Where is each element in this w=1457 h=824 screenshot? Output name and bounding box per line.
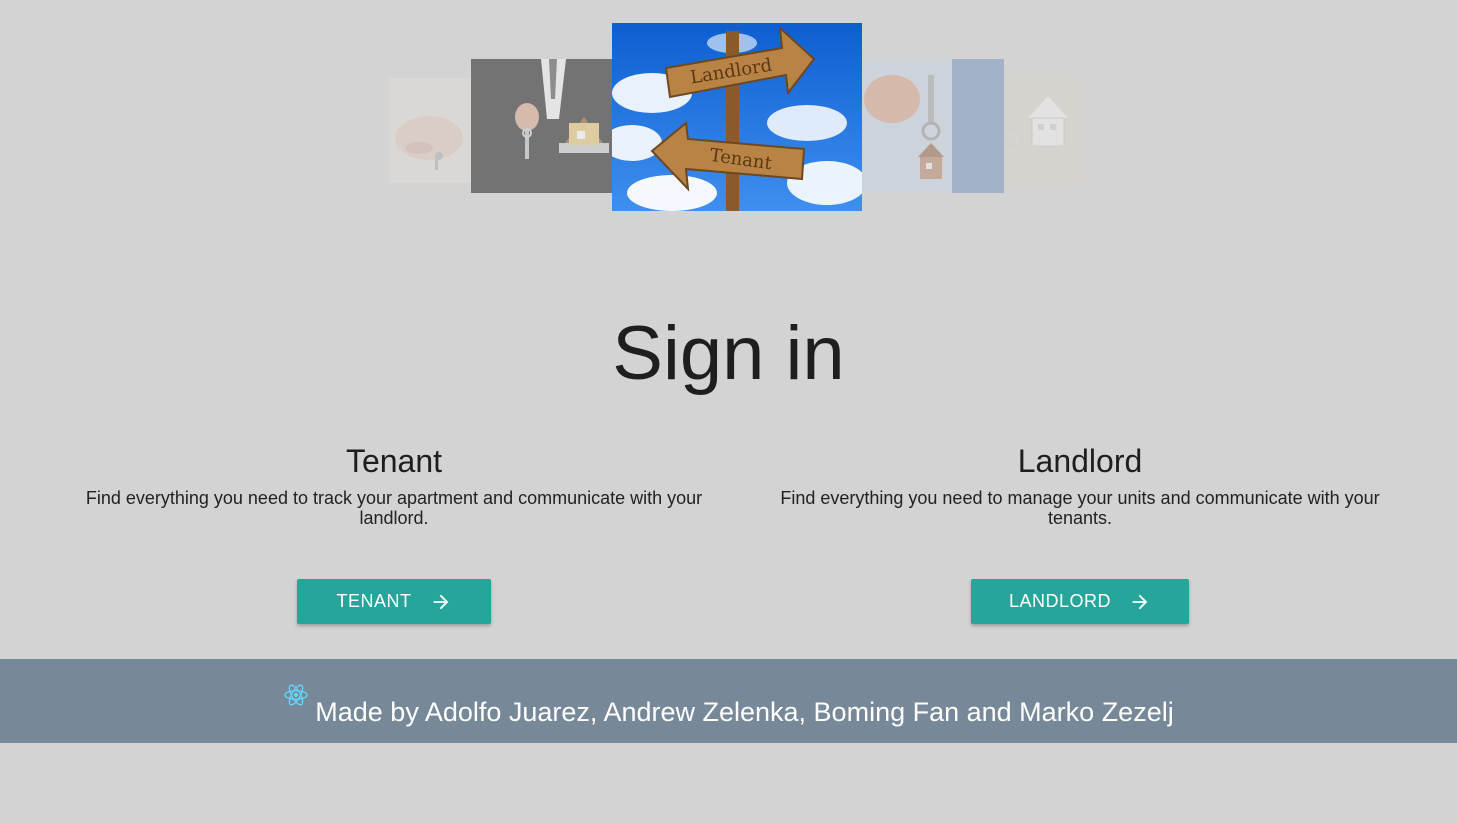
tenant-card: Tenant Find everything you need to track…: [62, 440, 726, 528]
arrow-right-icon: [433, 594, 448, 609]
landlord-heading: Landlord: [1017, 443, 1143, 479]
footer: Made by Adolfo Juarez, Andrew Zelenka, B…: [0, 659, 1457, 743]
sign-in-page: Landlord Tenant Sign in Tenant Find ever…: [0, 0, 1457, 824]
carousel-slide-signpost[interactable]: Landlord Tenant: [612, 23, 862, 211]
landlord-description: Find everything you need to manage your …: [780, 488, 1380, 528]
carousel-slide-hand-keychain[interactable]: [862, 59, 1004, 193]
landlord-card: Landlord Find everything you need to man…: [758, 440, 1402, 528]
tenant-description: Find everything you need to track your a…: [85, 488, 703, 528]
landlord-sign-in-button[interactable]: LANDLORD: [971, 579, 1189, 624]
carousel-slide-hands-keys[interactable]: [389, 78, 471, 183]
image-carousel[interactable]: Landlord Tenant: [0, 0, 1457, 220]
carousel-slide-house-keychain[interactable]: [1004, 78, 1084, 183]
tenant-button-label: TENANT: [336, 591, 412, 611]
arrow-right-icon: [1132, 594, 1148, 609]
tenant-sign-in-button[interactable]: TENANT: [297, 579, 491, 624]
react-icon: [284, 684, 308, 706]
tenant-heading: Tenant: [345, 443, 443, 479]
footer-credits: Made by Adolfo Juarez, Andrew Zelenka, B…: [315, 697, 1174, 727]
carousel-slide-businessman[interactable]: [471, 59, 612, 193]
landlord-button-label: LANDLORD: [1008, 591, 1112, 611]
page-title: Sign in: [612, 311, 845, 396]
